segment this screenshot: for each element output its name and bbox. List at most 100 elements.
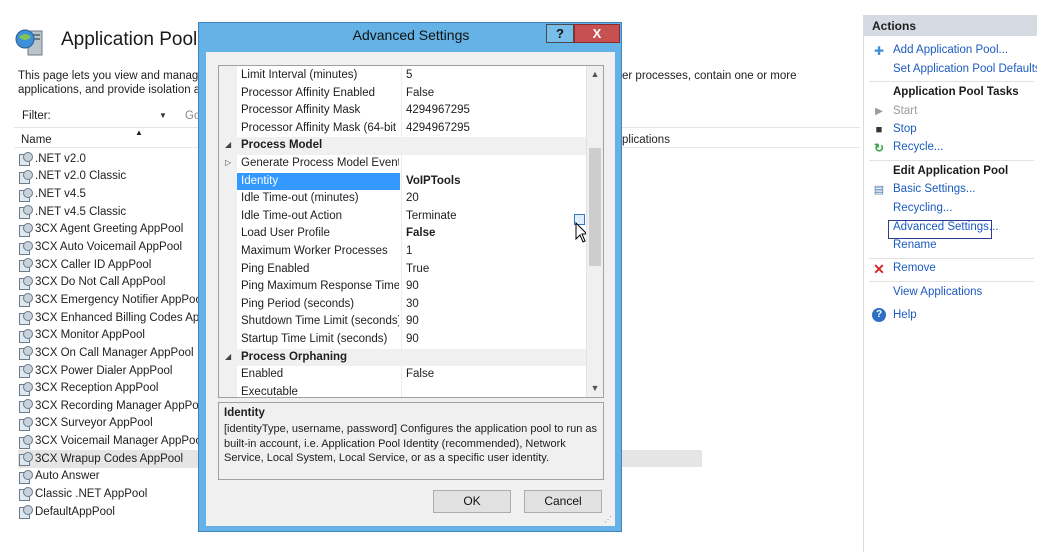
- property-value[interactable]: 30: [406, 298, 419, 310]
- basic-settings-link[interactable]: Basic Settings...: [893, 183, 975, 195]
- set-pool-defaults-link[interactable]: Set Application Pool Defaults...: [893, 63, 1037, 75]
- property-name: Maximum Worker Processes: [241, 245, 388, 257]
- property-value[interactable]: False: [406, 87, 434, 99]
- recycling-link[interactable]: Recycling...: [893, 202, 952, 214]
- application-pool-row[interactable]: 3CX On Call Manager AppPool: [18, 344, 208, 362]
- property-row[interactable]: Ping Maximum Response Time ( 90: [219, 278, 586, 296]
- property-name: Processor Affinity Mask: [241, 104, 361, 117]
- property-row[interactable]: Maximum Worker Processes 1: [219, 243, 586, 261]
- property-row[interactable]: Processor Affinity Enabled False: [219, 85, 586, 103]
- application-pool-row[interactable]: 3CX Caller ID AppPool: [18, 256, 208, 274]
- stop-icon: ■: [875, 124, 883, 136]
- application-pool-row[interactable]: 3CX Do Not Call AppPool: [18, 273, 208, 291]
- ok-button[interactable]: OK: [433, 490, 511, 513]
- application-pool-row[interactable]: Classic .NET AppPool: [18, 485, 208, 503]
- column-header-name[interactable]: Name: [21, 134, 52, 146]
- application-pool-row[interactable]: 3CX Emergency Notifier AppPool: [18, 291, 208, 309]
- property-row[interactable]: Enabled False: [219, 366, 586, 384]
- application-pool-row[interactable]: 3CX Reception AppPool: [18, 379, 208, 397]
- property-row[interactable]: Startup Time Limit (seconds) 90: [219, 331, 586, 349]
- stop-link[interactable]: Stop: [893, 123, 917, 135]
- property-row[interactable]: Ping Period (seconds) 30: [219, 296, 586, 314]
- application-pool-row[interactable]: 3CX Wrapup Codes AppPool: [18, 449, 208, 468]
- collapse-toggle-icon[interactable]: ◢: [225, 352, 231, 361]
- help-link[interactable]: Help: [893, 309, 917, 321]
- application-pool-row[interactable]: 3CX Auto Voicemail AppPool: [18, 238, 208, 256]
- property-value[interactable]: 4294967295: [406, 104, 470, 116]
- property-category-row[interactable]: ◢ Process Model: [219, 137, 586, 155]
- application-pool-row[interactable]: 3CX Voicemail Manager AppPool: [18, 432, 208, 450]
- property-value[interactable]: 1: [406, 245, 412, 257]
- property-row[interactable]: Load User Profile False: [219, 225, 586, 243]
- rename-link[interactable]: Rename: [893, 239, 936, 251]
- property-row[interactable]: Shutdown Time Limit (seconds) 90: [219, 313, 586, 331]
- property-row[interactable]: ▷ Generate Process Model Event L: [219, 155, 586, 173]
- application-pool-row[interactable]: 3CX Recording Manager AppPool: [18, 397, 208, 415]
- start-link[interactable]: Start: [893, 105, 917, 117]
- application-pool-name: 3CX Power Dialer AppPool: [35, 364, 173, 377]
- recycle-link[interactable]: Recycle...: [893, 141, 944, 153]
- property-row[interactable]: Ping Enabled True: [219, 261, 586, 279]
- collapse-toggle-icon[interactable]: ◢: [225, 140, 231, 149]
- dialog-close-button[interactable]: X: [574, 24, 620, 43]
- property-value[interactable]: False: [406, 227, 435, 239]
- property-row[interactable]: Limit Interval (minutes) 5: [219, 67, 586, 85]
- property-value[interactable]: True: [406, 263, 429, 275]
- property-name: Processor Affinity Mask (64-bit c: [241, 121, 399, 134]
- application-pool-icon: [18, 469, 33, 484]
- application-pool-icon: [18, 205, 33, 220]
- property-value[interactable]: Terminate: [406, 210, 457, 222]
- scroll-down-icon[interactable]: ▼: [589, 382, 601, 394]
- property-value[interactable]: 90: [406, 333, 419, 345]
- application-pool-icon: [18, 169, 33, 184]
- recycle-icon: ↻: [873, 141, 885, 155]
- property-row[interactable]: Processor Affinity Mask (64-bit c 4294967…: [219, 120, 586, 138]
- property-row[interactable]: Identity VoIPTools: [219, 172, 586, 191]
- expand-toggle-icon[interactable]: ▷: [225, 158, 231, 167]
- application-pool-row[interactable]: .NET v2.0 Classic: [18, 168, 208, 186]
- property-row[interactable]: Idle Time-out (minutes) 20: [219, 190, 586, 208]
- column-header-applications[interactable]: plications: [622, 134, 670, 146]
- property-row[interactable]: Executable: [219, 384, 586, 397]
- property-name: Ping Maximum Response Time (: [241, 280, 399, 293]
- application-pool-row[interactable]: .NET v4.5 Classic: [18, 203, 208, 221]
- application-pool-row[interactable]: 3CX Power Dialer AppPool: [18, 362, 208, 380]
- resize-grip-icon[interactable]: ⋰: [604, 515, 612, 524]
- application-pool-row[interactable]: 3CX Enhanced Billing Codes AppPool: [18, 309, 229, 327]
- application-pool-row[interactable]: DefaultAppPool: [18, 503, 208, 521]
- application-pool-row[interactable]: Auto Answer: [18, 468, 208, 486]
- actions-pane: Actions ✚ Add Application Pool... Set Ap…: [863, 15, 1037, 552]
- dialog-body: Limit Interval (minutes) 5 Processor Affin…: [206, 52, 615, 526]
- add-application-pool-link[interactable]: Add Application Pool...: [893, 44, 1008, 56]
- view-applications-link[interactable]: View Applications: [893, 286, 982, 298]
- application-pool-row[interactable]: 3CX Monitor AppPool: [18, 326, 208, 344]
- property-value[interactable]: False: [406, 368, 434, 380]
- application-pool-row[interactable]: 3CX Surveyor AppPool: [18, 415, 208, 433]
- application-pool-name: .NET v2.0: [35, 152, 86, 165]
- scrollbar-thumb[interactable]: [589, 148, 601, 266]
- property-value[interactable]: 90: [406, 315, 419, 327]
- property-row[interactable]: Idle Time-out Action Terminate: [219, 208, 586, 226]
- scroll-up-icon[interactable]: ▲: [589, 68, 601, 80]
- filter-label: Filter:: [22, 110, 51, 122]
- application-pool-icon: [18, 381, 33, 396]
- property-value[interactable]: 4294967295: [406, 122, 470, 134]
- application-pool-row[interactable]: .NET v4.5: [18, 185, 208, 203]
- dialog-help-button[interactable]: ?: [546, 24, 574, 43]
- filter-dropdown-icon[interactable]: ▼: [159, 111, 167, 120]
- remove-link[interactable]: Remove: [893, 262, 936, 274]
- property-value[interactable]: 90: [406, 280, 419, 292]
- application-pool-row[interactable]: .NET v2.0: [18, 150, 208, 168]
- property-value[interactable]: VoIPTools: [406, 175, 461, 187]
- property-category-row[interactable]: ◢ Process Orphaning: [219, 348, 586, 367]
- property-value[interactable]: 20: [406, 192, 419, 204]
- application-pool-row[interactable]: 3CX Agent Greeting AppPool: [18, 221, 208, 239]
- cancel-button[interactable]: Cancel: [524, 490, 602, 513]
- property-value[interactable]: 5: [406, 69, 412, 81]
- property-description-title: Identity: [224, 407, 265, 419]
- property-name: Process Orphaning: [241, 350, 348, 363]
- property-row[interactable]: Processor Affinity Mask 4294967295: [219, 102, 586, 120]
- application-pool-icon: [18, 258, 33, 273]
- property-grid-scrollbar[interactable]: ▲ ▼: [586, 66, 603, 397]
- actions-header: Actions: [864, 15, 1037, 36]
